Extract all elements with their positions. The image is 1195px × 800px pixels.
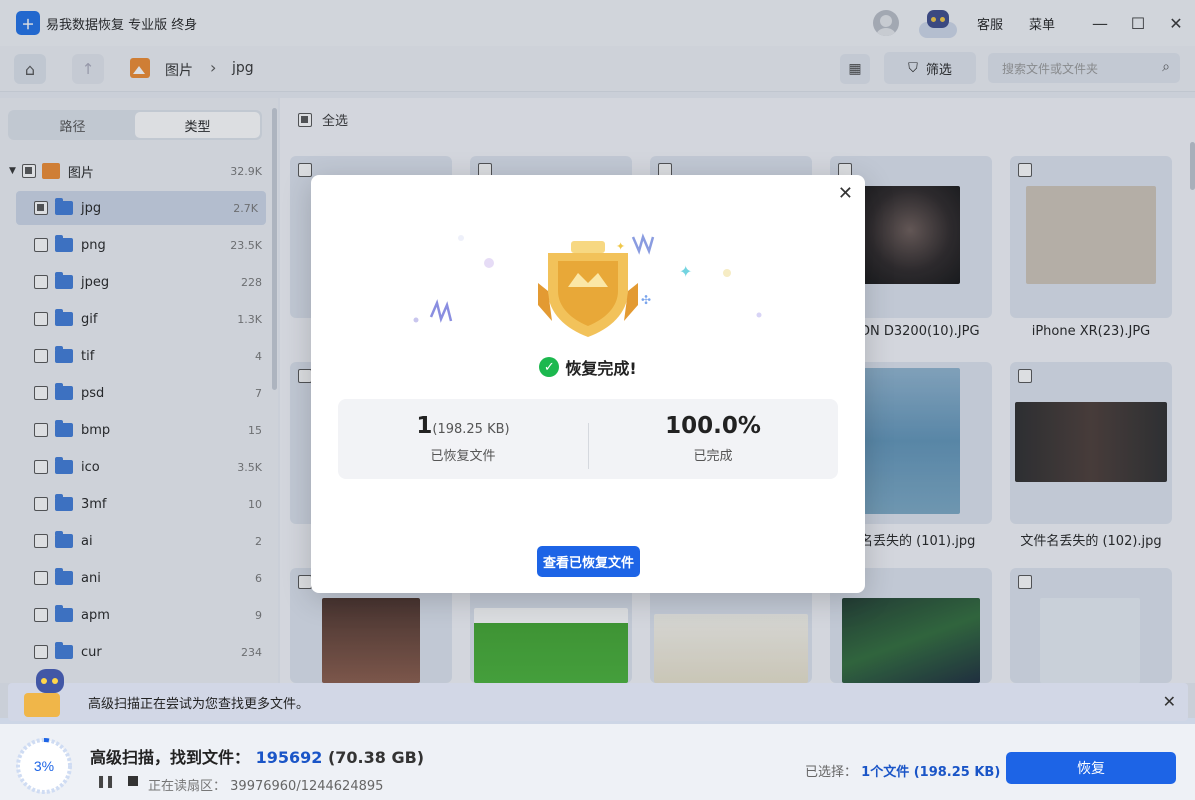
reading-sector: 正在读扇区： 39976960/1244624895: [148, 775, 383, 794]
selection-info: 已选择： 1个文件 (198.25 KB): [805, 761, 1000, 780]
scan-controls: ❚❚: [96, 774, 139, 788]
status-line: ✓ 恢复完成!: [311, 355, 865, 379]
percent-value: 100.0%: [665, 413, 761, 439]
recovered-size: (198.25 KB): [432, 422, 510, 437]
trophy-icon: ✦ ✦ ✣: [413, 233, 762, 337]
stop-icon[interactable]: [128, 776, 139, 786]
notice-bar: 高级扫描正在尝试为您查找更多文件。 ✕: [8, 669, 1188, 721]
found-size: (70.38 GB): [327, 748, 425, 767]
selected-label: 已选择：: [805, 765, 858, 780]
progress-ring: 3%: [16, 738, 72, 794]
recovered-count: 1: [416, 413, 433, 439]
stat-recovered: 1(198.25 KB) 已恢复文件: [338, 413, 588, 464]
status-text: 恢复完成!: [565, 359, 637, 378]
scan-summary: 高级扫描，找到文件： 195692 (70.38 GB): [90, 744, 424, 768]
selected-value: 1个文件 (198.25 KB): [861, 765, 1001, 780]
svg-text:✦: ✦: [616, 240, 625, 253]
close-icon[interactable]: ✕: [838, 183, 853, 204]
pause-icon[interactable]: ❚❚: [96, 774, 115, 788]
recovery-stats: 1(198.25 KB) 已恢复文件 100.0% 已完成: [338, 399, 838, 479]
found-count: 195692: [255, 748, 323, 767]
progress-label: 3%: [34, 758, 54, 774]
status-bar: 3% 高级扫描，找到文件： 195692 (70.38 GB) ❚❚ 正在读扇区…: [0, 724, 1195, 800]
recovery-complete-dialog: ✕ ✦ ✦ ✣ ✓ 恢复完成! 1(198.25 KB) 已恢复文件 100.0…: [311, 175, 865, 593]
percent-caption: 已完成: [693, 449, 733, 464]
notice-text: 高级扫描正在尝试为您查找更多文件。: [88, 696, 310, 712]
scan-prefix: 高级扫描，找到文件：: [90, 748, 251, 767]
recovered-caption: 已恢复文件: [430, 449, 496, 464]
reading-value: 39976960/1244624895: [230, 779, 384, 794]
recover-button[interactable]: 恢复: [1006, 752, 1176, 784]
svg-text:✦: ✦: [679, 262, 692, 281]
close-icon[interactable]: ✕: [1163, 692, 1176, 711]
stat-percent: 100.0% 已完成: [588, 413, 838, 464]
mascot-icon: [24, 667, 68, 719]
reading-label: 正在读扇区：: [148, 779, 227, 794]
view-recovered-files-button[interactable]: 查看已恢复文件: [537, 546, 640, 577]
svg-text:✣: ✣: [641, 293, 651, 307]
check-circle-icon: ✓: [539, 357, 560, 377]
